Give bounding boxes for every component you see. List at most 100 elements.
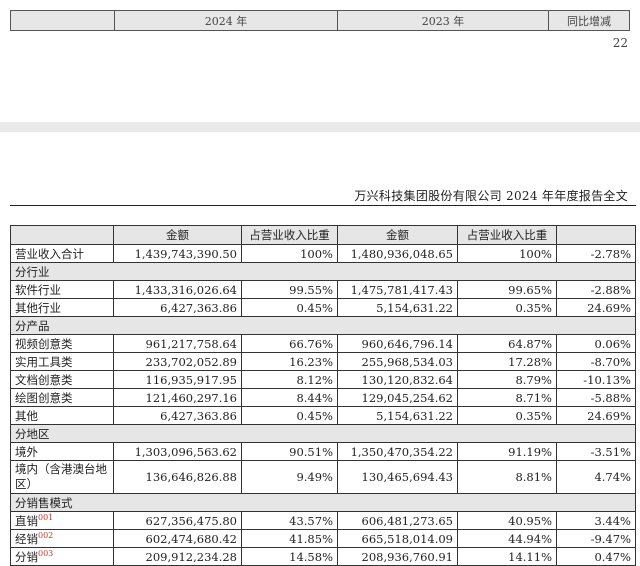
header-cell: 占营业收入比重 [457,225,557,245]
header-cell: 占营业收入比重 [241,225,338,245]
table-row: 直销001 627,356,475.80 43.57% 606,481,273.65 4… [10,511,636,530]
amount-2023-cell: 1,480,936,048.65 [337,244,458,263]
amount-2024-cell: 627,356,475.80 [113,511,242,530]
share-2024-cell: 66.76% [241,334,338,353]
share-2024-cell: 16.23% [241,352,338,371]
row-label: 境外 [10,442,114,461]
row-label: 文档创意类 [10,370,114,389]
share-2023-cell: 64.87% [457,334,557,353]
yoy-change-cell: -10.13% [556,370,636,389]
amount-2023-cell: 606,481,273.65 [337,511,458,530]
yoy-change-cell: 24.69% [556,406,636,425]
title-underline [10,205,636,206]
previous-page-table-header: 2024 年 2023 年 同比增减 [10,10,630,31]
share-2024-cell: 0.45% [241,406,338,425]
row-label-text: 经销 [15,531,38,546]
amount-2023-cell: 1,350,470,354.22 [337,442,458,461]
footnote-marker: 003 [38,548,54,558]
amount-2024-cell: 116,935,917.95 [113,370,242,389]
section-label: 分销售模式 [10,493,636,512]
table-row: 经销002 602,474,680.42 41.85% 665,518,014.09 4… [10,529,636,548]
share-2023-cell: 100% [457,244,557,263]
row-label-text: 其他 [15,408,38,423]
section-label: 分地区 [10,424,636,443]
share-2023-cell: 8.79% [457,370,557,389]
table-row: 视频创意类 961,217,758.64 66.76% 960,646,796.14 6… [10,334,636,353]
table-row: 境内（含港澳台地区） 136,646,826.88 9.49% 130,465,694… [10,460,636,494]
footnote-marker: 001 [38,512,54,522]
yoy-change-cell: -3.51% [556,442,636,461]
table-header-row: 金额 占营业收入比重 金额 占营业收入比重 [10,225,636,245]
share-2024-cell: 8.12% [241,370,338,389]
yoy-change-cell: -2.88% [556,280,636,299]
amount-2024-cell: 602,474,680.42 [113,529,242,548]
amount-2024-cell: 6,427,363.86 [113,298,242,317]
share-2024-cell: 100% [241,244,338,263]
amount-2024-cell: 1,303,096,563.62 [113,442,242,461]
share-2024-cell: 8.44% [241,388,338,407]
row-label-text: 视频创意类 [15,336,73,351]
top-header-2023: 2023 年 [337,10,549,31]
share-2024-cell: 99.55% [241,280,338,299]
amount-2024-cell: 233,702,052.89 [113,352,242,371]
section-label: 分行业 [10,262,636,281]
amount-2024-cell: 121,460,297.16 [113,388,242,407]
yoy-change-cell: 3.44% [556,511,636,530]
amount-2023-cell: 129,045,254.62 [337,388,458,407]
row-label-text: 其他行业 [15,300,61,315]
top-header-2024: 2024 年 [114,10,338,31]
amount-2024-cell: 961,217,758.64 [113,334,242,353]
amount-2023-cell: 255,968,534.03 [337,352,458,371]
share-2024-cell: 43.57% [241,511,338,530]
yoy-change-cell: -9.47% [556,529,636,548]
share-2023-cell: 40.95% [457,511,557,530]
amount-2023-cell: 1,475,781,417.43 [337,280,458,299]
row-label-text: 实用工具类 [15,354,73,369]
row-label-text: 绘图创意类 [15,390,73,405]
row-label: 境内（含港澳台地区） [10,460,114,494]
revenue-breakdown-table: 金额 占营业收入比重 金额 占营业收入比重 营业收入合计 1,439,743,39… [10,225,636,566]
yoy-change-cell: 4.74% [556,460,636,494]
section-label: 分产品 [10,316,636,335]
amount-2024-cell: 136,646,826.88 [113,460,242,494]
share-2023-cell: 99.65% [457,280,557,299]
section-row: 分行业 [10,262,636,281]
amount-2023-cell: 665,518,014.09 [337,529,458,548]
share-2024-cell: 9.49% [241,460,338,494]
table-row: 实用工具类 233,702,052.89 16.23% 255,968,534.03 1… [10,352,636,371]
row-label: 经销002 [10,529,114,548]
yoy-change-cell: -8.70% [556,352,636,371]
section-row: 分产品 [10,316,636,335]
header-cell [10,225,114,245]
row-label: 营业收入合计 [10,244,114,263]
share-2023-cell: 0.35% [457,406,557,425]
top-header-change: 同比增减 [548,10,630,31]
table-row: 软件行业 1,433,316,026.64 99.55% 1,475,781,417.… [10,280,636,299]
row-label: 其他 [10,406,114,425]
page-number: 22 [612,36,628,50]
amount-2023-cell: 960,646,796.14 [337,334,458,353]
row-label-text: 境外 [15,444,38,459]
amount-2023-cell: 5,154,631.22 [337,298,458,317]
table-row: 其他行业 6,427,363.86 0.45% 5,154,631.22 0.35% 24… [10,298,636,317]
share-2024-cell: 90.51% [241,442,338,461]
row-label: 实用工具类 [10,352,114,371]
table-row: 绘图创意类 121,460,297.16 8.44% 129,045,254.62 8.… [10,388,636,407]
header-cell: 金额 [337,225,458,245]
row-label: 软件行业 [10,280,114,299]
table-row: 文档创意类 116,935,917.95 8.12% 130,120,832.64 8.… [10,370,636,389]
header-cell: 金额 [113,225,242,245]
row-label-text: 分销 [15,549,38,564]
share-2023-cell: 44.94% [457,529,557,548]
amount-2024-cell: 1,433,316,026.64 [113,280,242,299]
share-2024-cell: 0.45% [241,298,338,317]
amount-2024-cell: 6,427,363.86 [113,406,242,425]
yoy-change-cell: 24.69% [556,298,636,317]
row-label-text: 软件行业 [15,282,61,297]
row-label-text: 境内（含港澳台地区） [15,462,107,491]
top-header-blank [10,10,115,31]
section-row: 分地区 [10,424,636,443]
table-row: 营业收入合计 1,439,743,390.50 100% 1,480,936,048.… [10,244,636,263]
row-label-text: 直销 [15,513,38,528]
share-2024-cell: 41.85% [241,529,338,548]
